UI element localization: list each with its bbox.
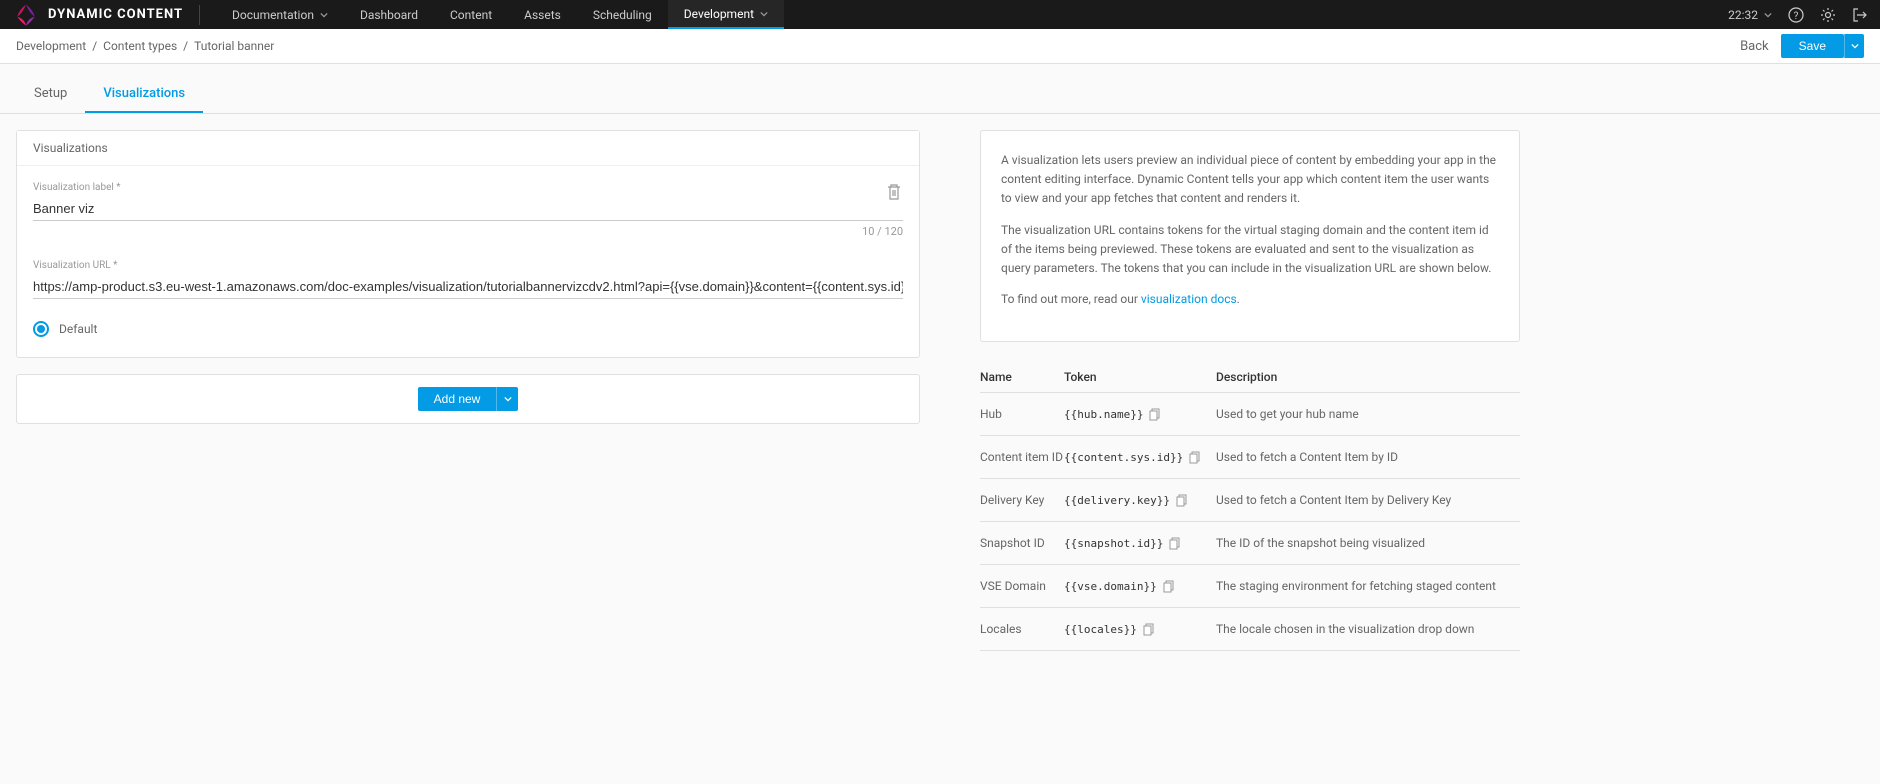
- token-name: Delivery Key: [980, 493, 1064, 507]
- copy-icon[interactable]: [1163, 580, 1175, 592]
- token-name: VSE Domain: [980, 579, 1064, 593]
- save-dropdown[interactable]: [1844, 34, 1864, 58]
- default-radio[interactable]: [33, 321, 49, 337]
- nav-assets[interactable]: Assets: [508, 0, 577, 29]
- copy-icon[interactable]: [1149, 408, 1161, 420]
- default-label: Default: [59, 322, 97, 336]
- token-code: {{hub.name}}: [1064, 408, 1143, 421]
- token-desc: The ID of the snapshot being visualized: [1216, 536, 1520, 550]
- help-paragraph-2: The visualization URL contains tokens fo…: [1001, 221, 1499, 279]
- viz-label-input[interactable]: [33, 197, 903, 221]
- logo-text: DYNAMIC CONTENT: [48, 7, 183, 22]
- breadcrumb-current: Tutorial banner: [194, 39, 274, 53]
- token-desc: Used to fetch a Content Item by Delivery…: [1216, 493, 1520, 507]
- nav-scheduling-label: Scheduling: [593, 8, 652, 22]
- copy-icon[interactable]: [1176, 494, 1188, 506]
- add-new-dropdown[interactable]: [496, 387, 518, 411]
- nav-development[interactable]: Development: [668, 0, 784, 29]
- viz-url-label: Visualization URL *: [33, 260, 903, 271]
- svg-text:?: ?: [1794, 11, 1799, 22]
- token-name: Content item ID: [980, 450, 1064, 464]
- chevron-down-icon[interactable]: [1764, 11, 1772, 19]
- table-row: Hub {{hub.name}} Used to get your hub na…: [980, 393, 1520, 436]
- nav-content[interactable]: Content: [434, 0, 508, 29]
- breadcrumb-content-types[interactable]: Content types: [103, 39, 177, 53]
- token-code: {{content.sys.id}}: [1064, 451, 1183, 464]
- token-desc: Used to get your hub name: [1216, 407, 1520, 421]
- nav-documentation-label: Documentation: [232, 8, 314, 22]
- viz-url-input[interactable]: [33, 275, 903, 299]
- help-icon[interactable]: ?: [1788, 7, 1804, 23]
- token-code: {{snapshot.id}}: [1064, 537, 1163, 550]
- tab-setup[interactable]: Setup: [16, 76, 85, 113]
- table-row: Locales {{locales}} The locale chosen in…: [980, 608, 1520, 651]
- visualization-docs-link[interactable]: visualization docs: [1141, 292, 1237, 306]
- nav-documentation[interactable]: Documentation: [216, 0, 344, 29]
- copy-icon[interactable]: [1143, 623, 1155, 635]
- table-row: VSE Domain {{vse.domain}} The staging en…: [980, 565, 1520, 608]
- breadcrumb: Development / Content types / Tutorial b…: [16, 39, 274, 53]
- token-name: Hub: [980, 407, 1064, 421]
- gear-icon[interactable]: [1820, 7, 1836, 23]
- token-code: {{delivery.key}}: [1064, 494, 1170, 507]
- logo-icon: [12, 1, 40, 29]
- table-row: Content item ID {{content.sys.id}} Used …: [980, 436, 1520, 479]
- chevron-down-icon: [320, 11, 328, 19]
- chevron-down-icon: [760, 10, 768, 18]
- nav-development-label: Development: [684, 7, 754, 21]
- tab-visualizations[interactable]: Visualizations: [85, 76, 203, 113]
- logout-icon[interactable]: [1852, 7, 1868, 23]
- copy-icon[interactable]: [1189, 451, 1201, 463]
- token-name: Locales: [980, 622, 1064, 636]
- panel-title: Visualizations: [17, 131, 919, 166]
- token-desc: The locale chosen in the visualization d…: [1216, 622, 1520, 636]
- back-link[interactable]: Back: [1740, 39, 1769, 54]
- nav-scheduling[interactable]: Scheduling: [577, 0, 668, 29]
- char-count: 10 / 120: [33, 225, 903, 238]
- th-description: Description: [1216, 370, 1520, 384]
- table-row: Snapshot ID {{snapshot.id}} The ID of th…: [980, 522, 1520, 565]
- help-paragraph-1: A visualization lets users preview an in…: [1001, 151, 1499, 209]
- token-desc: Used to fetch a Content Item by ID: [1216, 450, 1520, 464]
- token-code: {{locales}}: [1064, 623, 1137, 636]
- add-new-button[interactable]: Add new: [418, 387, 497, 411]
- token-desc: The staging environment for fetching sta…: [1216, 579, 1520, 593]
- token-name: Snapshot ID: [980, 536, 1064, 550]
- save-button[interactable]: Save: [1781, 34, 1844, 58]
- nav-content-label: Content: [450, 8, 492, 22]
- nav-assets-label: Assets: [524, 8, 561, 22]
- nav-dashboard[interactable]: Dashboard: [344, 0, 434, 29]
- table-row: Delivery Key {{delivery.key}} Used to fe…: [980, 479, 1520, 522]
- copy-icon[interactable]: [1169, 537, 1181, 549]
- viz-label-label: Visualization label *: [33, 182, 903, 193]
- nav-dashboard-label: Dashboard: [360, 8, 418, 22]
- th-token: Token: [1064, 370, 1216, 384]
- token-code: {{vse.domain}}: [1064, 580, 1157, 593]
- breadcrumb-development[interactable]: Development: [16, 39, 86, 53]
- help-paragraph-3: To find out more, read our visualization…: [1001, 290, 1499, 309]
- time-display: 22:32: [1728, 8, 1758, 22]
- th-name: Name: [980, 370, 1064, 384]
